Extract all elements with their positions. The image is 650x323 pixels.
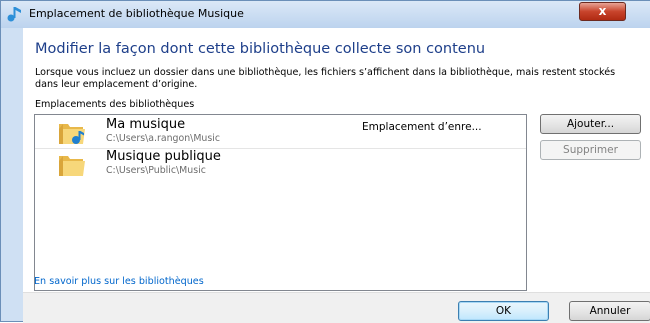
- add-location-button[interactable]: Ajouter...: [540, 114, 641, 134]
- locations-label: Emplacements des bibliothèques: [35, 99, 195, 110]
- music-folder-icon: [59, 124, 85, 144]
- library-locations-list[interactable]: Ma musique C:\Users\a.rangon\Music Empla…: [34, 114, 527, 291]
- description-text: Lorsque vous incluez un dossier dans une…: [35, 67, 616, 90]
- music-library-icon: [7, 7, 21, 22]
- cancel-button[interactable]: Annuler: [569, 301, 650, 321]
- close-icon: x: [598, 4, 607, 18]
- location-path: C:\Users\Public\Music: [106, 165, 206, 176]
- list-item[interactable]: Ma musique C:\Users\a.rangon\Music Empla…: [35, 117, 526, 149]
- location-status: Emplacement d’enre...: [362, 121, 482, 133]
- title-bar[interactable]: Emplacement de bibliothèque Musique x: [1, 1, 650, 28]
- dialog-content: Modifier la façon dont cette bibliothèqu…: [23, 28, 650, 292]
- location-name: Musique publique: [106, 149, 221, 164]
- library-locations-dialog: Emplacement de bibliothèque Musique x Mo…: [0, 0, 650, 323]
- location-name: Ma musique: [106, 117, 186, 132]
- page-title: Modifier la façon dont cette bibliothèqu…: [35, 41, 486, 57]
- dialog-footer: OK Annuler: [23, 292, 650, 323]
- folder-icon: [59, 156, 85, 176]
- location-path: C:\Users\a.rangon\Music: [106, 133, 221, 144]
- window-title: Emplacement de bibliothèque Musique: [29, 7, 244, 20]
- ok-button[interactable]: OK: [458, 301, 549, 321]
- learn-more-link[interactable]: En savoir plus sur les bibliothèques: [34, 276, 204, 287]
- close-button[interactable]: x: [579, 2, 626, 21]
- list-item[interactable]: Musique publique C:\Users\Public\Music: [35, 149, 526, 181]
- remove-location-button[interactable]: Supprimer: [540, 140, 641, 160]
